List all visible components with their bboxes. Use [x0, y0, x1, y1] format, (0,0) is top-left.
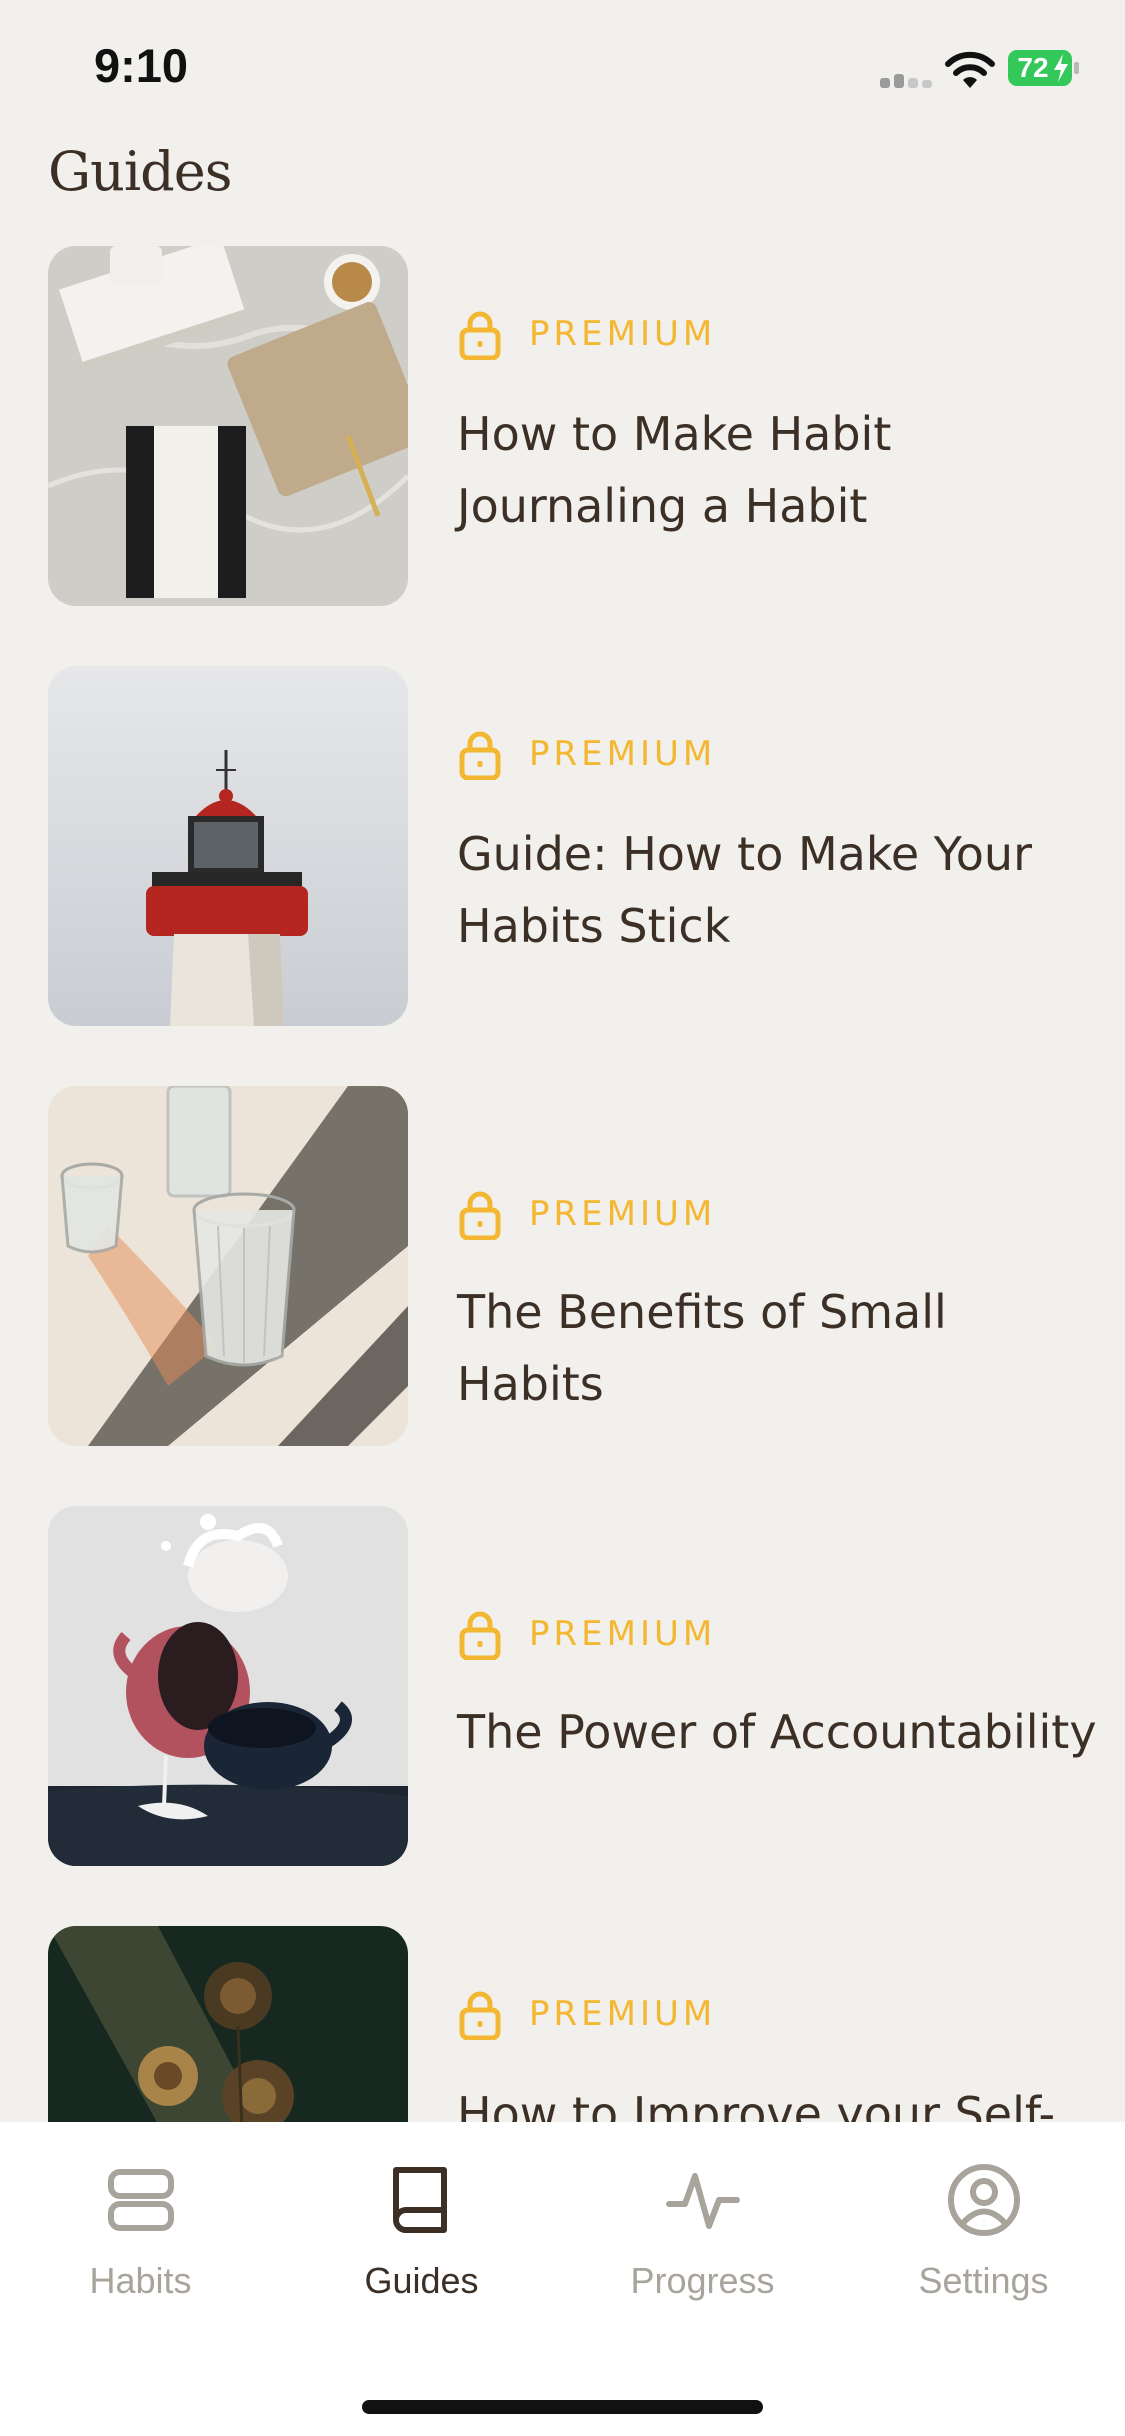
guide-card[interactable]: PREMIUM How to Improve your Self-	[48, 1926, 1088, 2122]
lighthouse-photo	[48, 666, 408, 1026]
guide-card[interactable]: PREMIUM Guide: How to Make Your Habits S…	[48, 666, 1088, 1026]
page-title: Guides	[48, 140, 232, 203]
dried-flowers-photo	[48, 1926, 408, 2122]
tab-habits[interactable]: Habits	[0, 2122, 281, 2312]
battery-percentage: 72	[1017, 52, 1049, 83]
lock-icon	[459, 1191, 501, 1240]
tab-label: Habits	[89, 2260, 192, 2301]
status-bar: 9:10 72	[0, 0, 1125, 140]
lock-icon	[459, 311, 501, 360]
lock-icon	[459, 1991, 501, 2040]
pulse-icon	[665, 2173, 740, 2229]
wifi-icon	[945, 51, 995, 88]
tab-guides[interactable]: Guides	[281, 2122, 562, 2312]
charging-bolt-icon	[1054, 54, 1068, 82]
battery-icon: 72	[1008, 50, 1080, 86]
premium-badge: PREMIUM	[529, 734, 717, 774]
lock-icon	[459, 731, 501, 780]
guide-title: The Power of Accountability	[457, 1705, 1097, 1759]
guide-card[interactable]: PREMIUM The Benefits of Small Habits	[48, 1086, 1088, 1446]
premium-badge: PREMIUM	[529, 314, 717, 354]
tab-progress[interactable]: Progress	[562, 2122, 843, 2312]
notebooks-on-marble-photo	[48, 246, 408, 606]
guide-card[interactable]: PREMIUM How to Make Habit Journaling a H…	[48, 246, 1088, 606]
tab-label: Progress	[630, 2260, 775, 2301]
person-circle-icon	[947, 2164, 1020, 2236]
guide-title: The Benefits of Small Habits	[457, 1285, 947, 1411]
book-icon	[392, 2167, 447, 2233]
falling-cups-photo	[48, 1506, 408, 1866]
tab-bar: Habits Guides Progress Settings	[0, 2122, 1125, 2436]
stacked-rectangles-icon	[107, 2169, 174, 2231]
guide-title: How to Improve your Self-	[457, 2087, 1056, 2122]
premium-badge: PREMIUM	[529, 1194, 717, 1234]
guide-card[interactable]: PREMIUM The Power of Accountability	[48, 1506, 1097, 1866]
guide-list[interactable]: PREMIUM How to Make Habit Journaling a H…	[0, 246, 1125, 2122]
glasses-in-sunlight-photo	[48, 1086, 408, 1446]
tab-label: Settings	[918, 2260, 1049, 2301]
guide-title: How to Make Habit Journaling a Habit	[457, 407, 892, 533]
lock-icon	[459, 1611, 501, 1660]
tab-settings[interactable]: Settings	[843, 2122, 1124, 2312]
premium-badge: PREMIUM	[529, 1614, 717, 1654]
status-time: 9:10	[94, 39, 189, 92]
home-indicator[interactable]	[362, 2400, 763, 2414]
tab-label: Guides	[364, 2260, 479, 2301]
guide-title: Guide: How to Make Your Habits Stick	[457, 827, 1032, 953]
premium-badge: PREMIUM	[529, 1994, 717, 2034]
cellular-signal-icon	[880, 70, 936, 88]
